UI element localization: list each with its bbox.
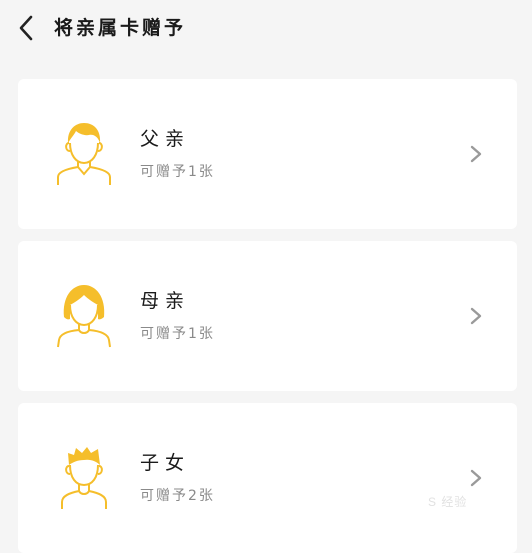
relative-card-father[interactable]: 父亲 可赠予1张 [18, 79, 517, 229]
chevron-right-icon [470, 307, 482, 325]
relative-name: 子女 [140, 452, 191, 474]
chevron-left-icon [19, 15, 33, 41]
child-avatar-icon [61, 447, 107, 509]
relative-name: 父亲 [140, 128, 191, 150]
relative-name: 母亲 [140, 290, 191, 312]
mother-avatar-icon [57, 285, 111, 348]
chevron-right-icon [470, 145, 482, 163]
watermark: S 经验 [428, 495, 468, 509]
header-bar: 将亲属卡赠予 [0, 0, 532, 56]
gift-count-label: 可赠予1张 [140, 164, 215, 180]
relative-card-child[interactable]: 子女 可赠予2张 [18, 403, 517, 553]
page-title: 将亲属卡赠予 [54, 17, 187, 39]
chevron-right-icon [470, 469, 482, 487]
father-avatar-icon [57, 123, 111, 185]
gift-count-label: 可赠予2张 [140, 488, 215, 504]
gift-count-label: 可赠予1张 [140, 326, 215, 342]
relative-card-mother[interactable]: 母亲 可赠予1张 [18, 241, 517, 391]
back-button[interactable] [12, 12, 40, 44]
